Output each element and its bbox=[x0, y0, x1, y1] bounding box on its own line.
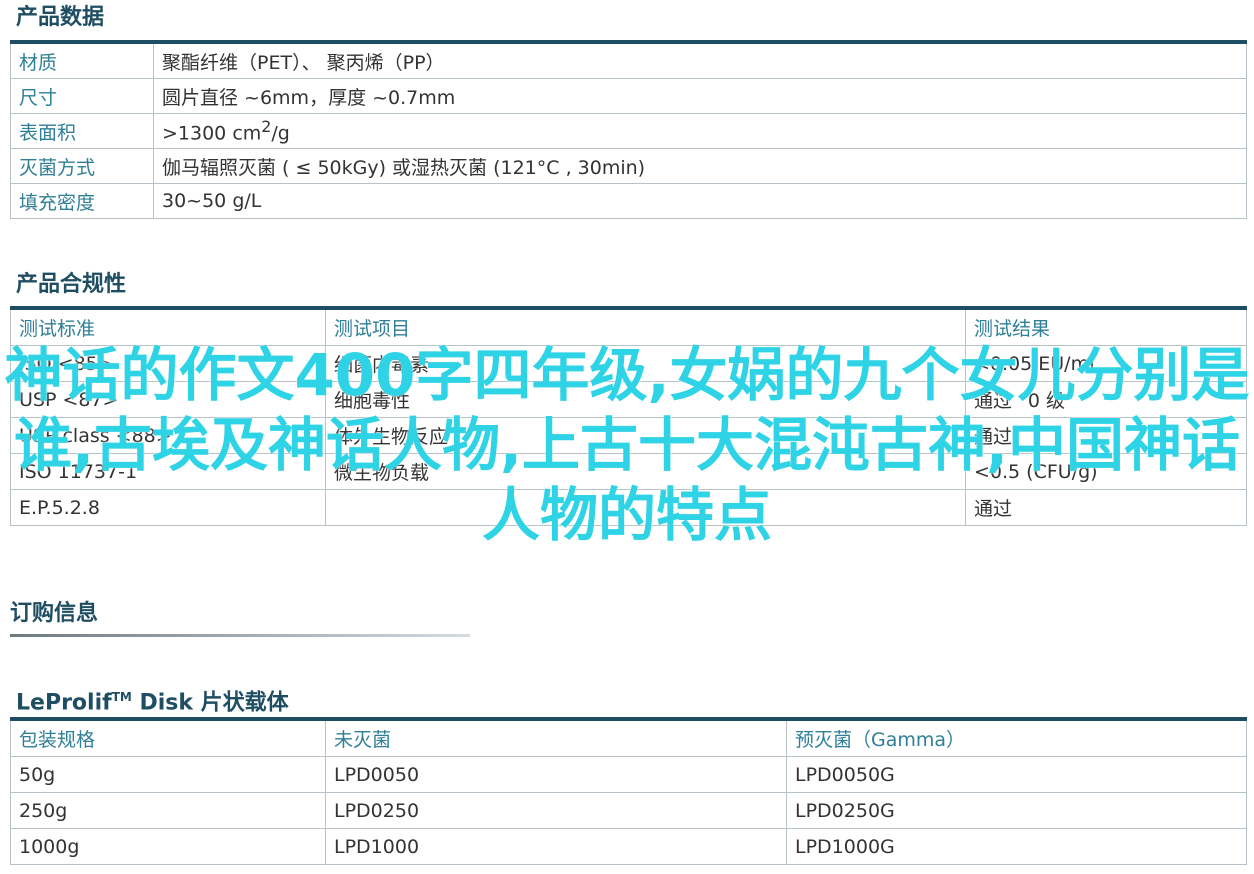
column-header: 预灭菌（Gamma） bbox=[786, 718, 1247, 757]
trademark-mark: TM bbox=[111, 690, 132, 704]
table-cell: 通过 bbox=[965, 417, 1247, 454]
table-cell: 1000g bbox=[10, 828, 326, 865]
column-header: 包装规格 bbox=[10, 718, 326, 757]
table-row: 250g LPD0250 LPD0250G bbox=[10, 792, 1247, 829]
table-cell: LPD1000G bbox=[786, 828, 1247, 865]
table-row: 填充密度 30~50 g/L bbox=[10, 183, 1247, 219]
column-header: 未灭菌 bbox=[325, 718, 787, 757]
table-cell: LPD0050 bbox=[325, 756, 787, 793]
spec-label: 灭菌方式 bbox=[10, 148, 154, 184]
ordering-table: 包装规格 未灭菌 预灭菌（Gamma） 50g LPD0050 LPD0050G… bbox=[10, 717, 1247, 865]
table-row: USP class <88> 体外生物反应 通过 bbox=[10, 417, 1247, 454]
table-row: USP <87> 细胞毒性 通过 “0 级” bbox=[10, 381, 1247, 418]
table-row: 1000g LPD1000 LPD1000G bbox=[10, 828, 1247, 865]
spec-label: 材质 bbox=[10, 41, 154, 79]
column-header: 测试项目 bbox=[325, 307, 966, 346]
ordering-heading: 订购信息 bbox=[10, 600, 98, 628]
surface-area-value: >1300 cm bbox=[162, 122, 262, 145]
table-cell: ISO 11737-1 bbox=[10, 453, 326, 490]
section-divider bbox=[10, 634, 470, 637]
table-row: E.P.5.2.8 通过 bbox=[10, 489, 1247, 526]
table-row: ISO <85> 细菌内毒素 <0.05 EU/mL bbox=[10, 345, 1247, 382]
spec-section-title: 产品数据 bbox=[16, 5, 105, 30]
table-cell: 通过 bbox=[965, 489, 1247, 526]
table-cell: 细胞毒性 bbox=[325, 381, 966, 418]
compliance-table: 测试标准 测试项目 测试结果 ISO <85> 细菌内毒素 <0.05 EU/m… bbox=[10, 306, 1247, 526]
product-brand: LeProlif bbox=[16, 690, 112, 716]
spec-label: 表面积 bbox=[10, 113, 154, 149]
table-cell: 微生物负载 bbox=[325, 453, 966, 490]
table-cell: ISO <85> bbox=[10, 345, 326, 382]
spec-table: 材质 聚酯纤维（PET）、 聚丙烯（PP） 尺寸 圆片直径 ~6mm，厚度 ~0… bbox=[10, 40, 1247, 219]
table-cell: 通过 “0 级” bbox=[965, 381, 1247, 418]
spec-value: >1300 cm2/g bbox=[153, 113, 1247, 149]
product-name: LeProlifTM Disk 片状载体 bbox=[16, 683, 289, 717]
table-cell: <0.5 (CFU/g) bbox=[965, 453, 1247, 490]
table-cell: LPD0250G bbox=[786, 792, 1247, 829]
table-row: 表面积 >1300 cm2/g bbox=[10, 113, 1247, 149]
spec-value: 伽马辐照灭菌 ( ≤ 50kGy) 或湿热灭菌 (121°C , 30min) bbox=[153, 148, 1247, 184]
ordering-section-title: 订购信息 bbox=[10, 601, 99, 626]
table-row: ISO 11737-1 微生物负载 <0.5 (CFU/g) bbox=[10, 453, 1247, 490]
column-header: 测试结果 bbox=[965, 307, 1247, 346]
spec-value: 30~50 g/L bbox=[153, 183, 1247, 219]
spec-label: 尺寸 bbox=[10, 78, 154, 114]
table-cell: USP <87> bbox=[10, 381, 326, 418]
column-header: 测试标准 bbox=[10, 307, 326, 346]
surface-area-exponent: 2 bbox=[261, 117, 272, 137]
table-cell: 体外生物反应 bbox=[325, 417, 966, 454]
table-cell: 250g bbox=[10, 792, 326, 829]
table-cell: <0.05 EU/mL bbox=[965, 345, 1247, 382]
table-cell: E.P.5.2.8 bbox=[10, 489, 326, 526]
table-cell bbox=[325, 489, 966, 526]
table-row: 材质 聚酯纤维（PET）、 聚丙烯（PP） bbox=[10, 41, 1247, 79]
table-row: 50g LPD0050 LPD0050G bbox=[10, 756, 1247, 793]
table-row: 灭菌方式 伽马辐照灭菌 ( ≤ 50kGy) 或湿热灭菌 (121°C , 30… bbox=[10, 148, 1247, 184]
table-row: 尺寸 圆片直径 ~6mm，厚度 ~0.7mm bbox=[10, 78, 1247, 114]
compliance-section-title: 产品合规性 bbox=[16, 272, 127, 297]
table-cell: 50g bbox=[10, 756, 326, 793]
spec-value: 聚酯纤维（PET）、 聚丙烯（PP） bbox=[153, 41, 1247, 79]
table-cell: 细菌内毒素 bbox=[325, 345, 966, 382]
spec-label: 填充密度 bbox=[10, 183, 154, 219]
table-cell: USP class <88> bbox=[10, 417, 326, 454]
table-header-row: 包装规格 未灭菌 预灭菌（Gamma） bbox=[10, 718, 1247, 757]
product-type: Disk 片状载体 bbox=[131, 690, 289, 716]
spec-value: 圆片直径 ~6mm，厚度 ~0.7mm bbox=[153, 78, 1247, 114]
table-cell: LPD0050G bbox=[786, 756, 1247, 793]
table-cell: LPD1000 bbox=[325, 828, 787, 865]
table-header-row: 测试标准 测试项目 测试结果 bbox=[10, 307, 1247, 346]
surface-area-unit: /g bbox=[271, 122, 290, 145]
table-cell: LPD0250 bbox=[325, 792, 787, 829]
